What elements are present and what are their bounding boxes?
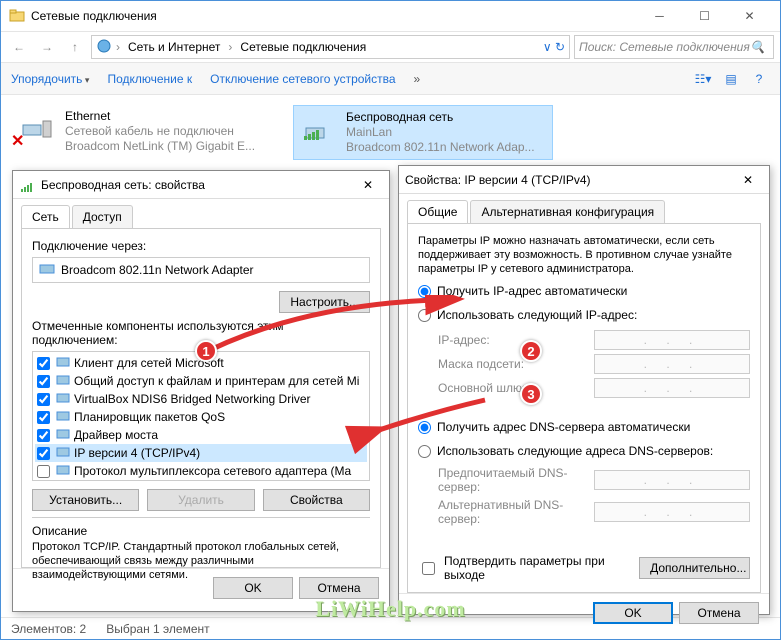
- adapter-status: MainLan: [346, 125, 535, 140]
- ethernet-icon: ✕: [17, 109, 57, 149]
- breadcrumb[interactable]: › Сеть и Интернет › Сетевые подключения …: [91, 35, 570, 59]
- connect-to-menu[interactable]: Подключение к: [107, 72, 192, 86]
- uninstall-button: Удалить: [147, 489, 254, 511]
- component-checkbox[interactable]: [37, 411, 50, 424]
- dialog-title: Беспроводная сеть: свойства: [41, 178, 353, 192]
- chevron-right-icon: ›: [226, 40, 234, 54]
- adapter-status: Сетевой кабель не подключен: [65, 124, 255, 139]
- nic-icon: [39, 261, 55, 280]
- refresh-dropdown[interactable]: ∨ ↻: [543, 40, 565, 54]
- component-checkbox[interactable]: [37, 429, 50, 442]
- adapter-ethernet[interactable]: ✕ Ethernet Сетевой кабель не подключен B…: [13, 105, 273, 160]
- component-icon: [56, 409, 70, 426]
- properties-button[interactable]: Свойства: [263, 489, 370, 511]
- ok-button[interactable]: OK: [213, 577, 293, 599]
- breadcrumb-seg[interactable]: Сеть и Интернет: [124, 40, 224, 54]
- component-checkbox[interactable]: [37, 465, 50, 478]
- search-input[interactable]: Поиск: Сетевые подключения 🔍: [574, 35, 774, 59]
- search-icon: 🔍: [750, 40, 765, 54]
- maximize-button[interactable]: ☐: [682, 1, 727, 31]
- view-icon[interactable]: ☷▾: [692, 68, 714, 90]
- component-icon: [56, 355, 70, 372]
- component-item[interactable]: Драйвер моста: [35, 426, 367, 444]
- tab-network[interactable]: Сеть: [21, 205, 70, 228]
- watermark: LiWiHelp.com: [315, 596, 465, 622]
- callout-2: 2: [520, 340, 542, 362]
- confirm-on-exit-label: Подтвердить параметры при выходе: [444, 554, 633, 582]
- network-folder-icon: [9, 8, 25, 24]
- component-icon: [56, 463, 70, 480]
- component-label: IP версии 4 (TCP/IPv4): [74, 446, 200, 460]
- component-label: Драйвер моста: [74, 428, 158, 442]
- network-icon: [96, 38, 112, 57]
- adapter-field-value: Broadcom 802.11n Network Adapter: [61, 263, 254, 277]
- up-button[interactable]: ↑: [63, 35, 87, 59]
- wireless-icon: [298, 110, 338, 150]
- close-button[interactable]: ✕: [353, 178, 383, 192]
- adapter-name: Ethernet: [65, 109, 255, 124]
- search-placeholder: Поиск: Сетевые подключения: [579, 40, 750, 54]
- confirm-on-exit-checkbox[interactable]: [422, 562, 435, 575]
- preview-icon[interactable]: ▤: [720, 68, 742, 90]
- component-checkbox[interactable]: [37, 357, 50, 370]
- component-icon: [56, 445, 70, 462]
- component-icon: [56, 427, 70, 444]
- adapter-field: Broadcom 802.11n Network Adapter: [32, 257, 370, 283]
- tab-alternate[interactable]: Альтернативная конфигурация: [470, 200, 665, 223]
- tab-access[interactable]: Доступ: [72, 205, 133, 228]
- ip-auto-row[interactable]: Получить IP-адрес автоматически: [418, 284, 750, 298]
- callout-3: 3: [520, 383, 542, 405]
- adapter-wireless[interactable]: Беспроводная сеть MainLan Broadcom 802.1…: [293, 105, 553, 160]
- organize-menu[interactable]: Упорядочить: [11, 72, 89, 86]
- ip-address-field: . . .: [594, 330, 750, 350]
- component-item[interactable]: IP версии 4 (TCP/IPv4): [35, 444, 367, 462]
- ip-manual-row[interactable]: Использовать следующий IP-адрес:: [418, 308, 750, 322]
- dns-pref-label: Предпочитаемый DNS-сервер:: [438, 466, 588, 494]
- adapter-detail: Broadcom 802.11n Network Adap...: [346, 140, 535, 155]
- ok-button[interactable]: OK: [593, 602, 673, 624]
- annotation-arrow-2: [330, 395, 490, 455]
- wireless-small-icon: [19, 177, 35, 193]
- window-title: Сетевые подключения: [31, 9, 637, 23]
- advanced-button[interactable]: Дополнительно...: [639, 557, 750, 579]
- chevron-right-icon[interactable]: »: [414, 72, 421, 86]
- disable-device-menu[interactable]: Отключение сетевого устройства: [210, 72, 395, 86]
- close-button[interactable]: ✕: [727, 1, 772, 31]
- dns-alt-field: . . .: [594, 502, 750, 522]
- cancel-button[interactable]: Отмена: [679, 602, 759, 624]
- help-icon[interactable]: ?: [748, 68, 770, 90]
- adapter-name: Беспроводная сеть: [346, 110, 535, 125]
- chevron-right-icon: ›: [114, 40, 122, 54]
- connect-using-label: Подключение через:: [32, 239, 370, 253]
- component-checkbox[interactable]: [37, 393, 50, 406]
- component-item[interactable]: Протокол мультиплексора сетевого адаптер…: [35, 462, 367, 480]
- dns-pref-field: . . .: [594, 470, 750, 490]
- disabled-cross-icon: ✕: [11, 131, 24, 151]
- minimize-button[interactable]: ─: [637, 1, 682, 31]
- forward-button[interactable]: →: [35, 35, 59, 59]
- component-icon: [56, 373, 70, 390]
- install-button[interactable]: Установить...: [32, 489, 139, 511]
- statusbar-count: Элементов: 2: [11, 622, 86, 636]
- callout-1: 1: [195, 340, 217, 362]
- description-heading: Описание: [32, 524, 370, 538]
- subnet-mask-field: . . .: [594, 354, 750, 374]
- component-checkbox[interactable]: [37, 447, 50, 460]
- ip-manual-label: Использовать следующий IP-адрес:: [437, 308, 637, 322]
- tab-general[interactable]: Общие: [407, 200, 468, 223]
- statusbar-selected: Выбран 1 элемент: [106, 622, 209, 636]
- gateway-field: . . .: [594, 378, 750, 398]
- close-button[interactable]: ✕: [733, 173, 763, 187]
- dns-alt-label: Альтернативный DNS-сервер:: [438, 498, 588, 526]
- component-label: Протокол мультиплексора сетевого адаптер…: [74, 464, 351, 478]
- back-button[interactable]: ←: [7, 35, 31, 59]
- ip-auto-label: Получить IP-адрес автоматически: [437, 284, 627, 298]
- dialog-title: Свойства: IP версии 4 (TCP/IPv4): [405, 173, 733, 187]
- intro-text: Параметры IP можно назначать автоматичес…: [418, 234, 750, 276]
- adapter-detail: Broadcom NetLink (TM) Gigabit E...: [65, 139, 255, 154]
- component-checkbox[interactable]: [37, 375, 50, 388]
- component-icon: [56, 391, 70, 408]
- breadcrumb-seg[interactable]: Сетевые подключения: [236, 40, 370, 54]
